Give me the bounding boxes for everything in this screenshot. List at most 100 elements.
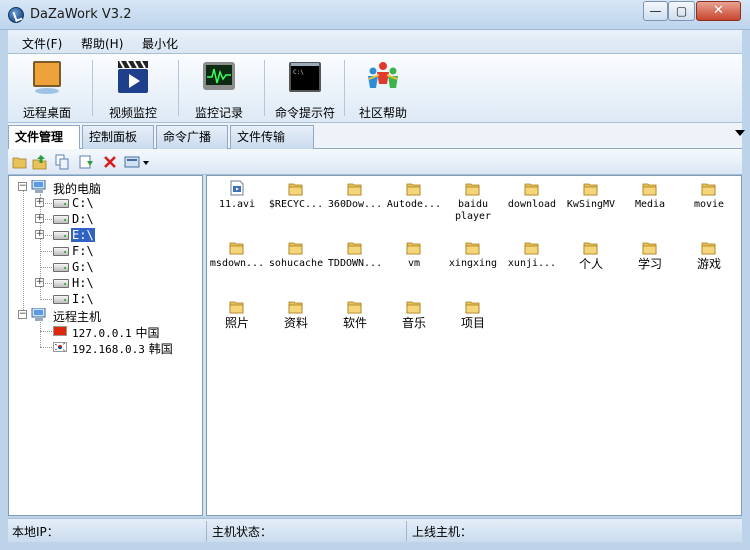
folder-item[interactable]: 个人 (560, 235, 622, 289)
community-people-icon (368, 62, 398, 88)
tree-item-my-computer[interactable]: − 我的电脑 (9, 179, 199, 196)
folder-icon (465, 242, 480, 255)
tree-item-drive-c[interactable]: + C:\ (9, 195, 199, 211)
folder-icon (524, 183, 539, 196)
menu-help[interactable]: 帮助(H) (81, 35, 123, 52)
close-button[interactable]: ✕ (696, 1, 741, 21)
folder-item[interactable]: vm (383, 235, 445, 289)
open-folder-icon[interactable] (12, 154, 28, 170)
tree-item-drive-f[interactable]: F:\ (9, 243, 199, 259)
video-camera-icon (118, 60, 148, 93)
folder-item[interactable]: 软件 (324, 294, 386, 348)
folder-item[interactable]: baidu player (442, 176, 504, 230)
folder-icon (465, 301, 480, 314)
video-monitor-button[interactable]: 视频监控 (94, 54, 172, 123)
tree-label-drive: C:\ (72, 196, 94, 210)
folder-item[interactable]: 音乐 (383, 294, 445, 348)
tree-item-host-korea[interactable]: 192.168.0.3 韩国 (9, 339, 199, 356)
maximize-button[interactable]: ▢ (668, 1, 695, 21)
china-flag-icon (53, 326, 67, 336)
folder-name: download (507, 199, 557, 210)
folder-item[interactable]: Autode... (383, 176, 445, 230)
host-country: 中国 (135, 326, 160, 340)
community-help-button[interactable]: 社区帮助 (344, 54, 422, 123)
tree-item-drive-d[interactable]: + D:\ (9, 211, 199, 227)
file-toolbar (8, 149, 742, 175)
tab-control-panel[interactable]: 控制面板 (82, 125, 154, 149)
up-folder-icon[interactable] (32, 154, 48, 170)
expand-icon[interactable]: + (35, 230, 44, 239)
tree-label-drive: F:\ (72, 244, 94, 258)
tab-file-transfer[interactable]: 文件传输 (230, 125, 314, 149)
drive-icon (53, 263, 69, 272)
folder-item[interactable]: 学习 (619, 235, 681, 289)
drive-icon (53, 279, 69, 288)
tree-item-drive-g[interactable]: G:\ (9, 259, 199, 275)
tree-item-drive-e[interactable]: + E:\ (9, 227, 199, 243)
file-item[interactable]: 11.avi (206, 176, 268, 230)
folder-item[interactable]: download (501, 176, 563, 230)
file-list: 11.avi $RECYC... 360Dow... Autode... baidu … (206, 175, 742, 516)
download-icon[interactable] (78, 154, 94, 170)
tree-item-drive-h[interactable]: + H:\ (9, 275, 199, 291)
remote-desktop-label: 远程桌面 (22, 106, 71, 120)
expand-icon[interactable]: + (35, 214, 44, 223)
folder-item[interactable]: 360Dow... (324, 176, 386, 230)
folder-name: 游戏 (696, 257, 721, 271)
folder-icon (229, 242, 244, 255)
command-prompt-button[interactable]: C:\ 命令提示符 (266, 54, 344, 123)
file-name: 11.avi (218, 199, 256, 210)
folder-item[interactable]: 资料 (265, 294, 327, 348)
folder-name: Media (634, 199, 666, 210)
toolbar-separator (264, 60, 265, 116)
tab-command-broadcast[interactable]: 命令广播 (156, 125, 228, 149)
folder-item[interactable]: xingxing (442, 235, 504, 289)
tree-label-drive: D:\ (72, 212, 94, 226)
folder-icon (288, 183, 303, 196)
folder-item[interactable]: 游戏 (678, 235, 740, 289)
folder-item[interactable]: xunji... (501, 235, 563, 289)
tree-item-host-china[interactable]: 127.0.0.1 中国 (9, 323, 199, 340)
folder-icon (406, 301, 421, 314)
folder-item[interactable]: movie (678, 176, 740, 230)
menu-minimize[interactable]: 最小化 (142, 35, 178, 52)
folder-item[interactable]: msdown... (206, 235, 268, 289)
menu-file[interactable]: 文件(F) (22, 35, 62, 52)
status-bar: 本地IP： 主机状态： 上线主机： (8, 518, 742, 542)
folder-item[interactable]: 项目 (442, 294, 504, 348)
folder-name: $RECYC... (268, 199, 324, 210)
view-mode-icon[interactable] (124, 154, 150, 170)
tab-file-manager[interactable]: 文件管理 (8, 125, 80, 150)
folder-item[interactable]: $RECYC... (265, 176, 327, 230)
host-country: 韩国 (148, 342, 173, 356)
tree-connector (40, 331, 52, 332)
collapse-icon[interactable]: − (18, 182, 27, 191)
tree-item-drive-i[interactable]: I:\ (9, 291, 199, 307)
remote-desktop-icon (33, 61, 61, 94)
folder-item[interactable]: 照片 (206, 294, 268, 348)
folder-name: KwSingMV (566, 199, 616, 210)
folder-item[interactable]: TDDOWN... (324, 235, 386, 289)
folder-name: 个人 (578, 257, 603, 271)
command-prompt-icon: C:\ (289, 62, 321, 92)
tab-list-dropdown-icon[interactable] (735, 130, 745, 136)
delete-icon[interactable] (102, 154, 118, 170)
folder-item[interactable]: sohucache (265, 235, 327, 289)
monitor-log-button[interactable]: 监控记录 (180, 54, 258, 123)
command-prompt-label: 命令提示符 (274, 106, 335, 120)
tree-item-remote-host[interactable]: − 远程主机 (9, 307, 199, 324)
folder-item[interactable]: Media (619, 176, 681, 230)
expand-icon[interactable]: + (35, 278, 44, 287)
folder-icon (406, 242, 421, 255)
folder-icon (701, 183, 716, 196)
collapse-icon[interactable]: − (18, 310, 27, 319)
folder-item[interactable]: KwSingMV (560, 176, 622, 230)
folder-name: 照片 (224, 316, 249, 330)
remote-desktop-button[interactable]: 远程桌面 (8, 54, 86, 123)
folder-icon (288, 242, 303, 255)
minimize-button[interactable]: — (643, 1, 668, 21)
folder-icon (347, 301, 362, 314)
copy-icon[interactable] (54, 154, 70, 170)
folder-icon (347, 242, 362, 255)
expand-icon[interactable]: + (35, 198, 44, 207)
